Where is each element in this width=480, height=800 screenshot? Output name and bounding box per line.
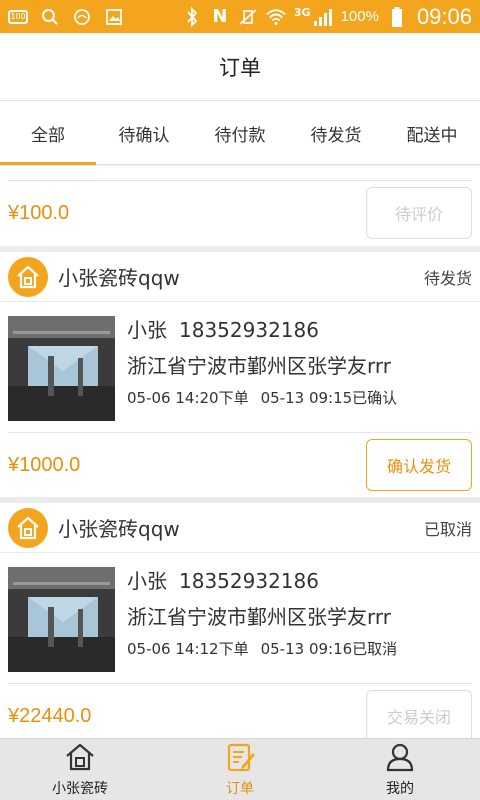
order-card: 小张瓷砖qqw 待发货 小张 18352932186 浙江省宁波市鄞州区张学友r… — [0, 252, 480, 497]
tab-pending-shipment[interactable]: 待发货 — [288, 101, 384, 165]
nav-store[interactable]: 小张瓷砖 — [0, 739, 160, 800]
order-detail[interactable]: 小张 18352932186 浙江省宁波市鄞州区张学友rrr 05-06 14:1… — [0, 553, 480, 683]
order-status: 已取消 — [423, 519, 472, 539]
buyer-line: 小张 18352932186 — [127, 565, 397, 597]
battery-percent: 100% — [340, 8, 379, 25]
store-icon — [8, 507, 48, 548]
tab-delivering[interactable]: 配送中 — [384, 101, 480, 165]
status-bar: 100 N 3G 100% 09:06 — [0, 0, 480, 33]
nfc-icon: N — [212, 5, 228, 27]
order-header: 小张瓷砖qqw 已取消 — [0, 503, 480, 553]
orders-icon — [224, 742, 256, 776]
store-name[interactable]: 小张瓷砖qqw — [58, 262, 180, 291]
product-image — [8, 567, 115, 672]
order-footer: ¥100.0 待评价 — [0, 181, 480, 245]
battery-icon — [387, 6, 407, 27]
app-notification-icon — [72, 7, 92, 27]
update-time: 05-13 09:16已取消 — [260, 640, 398, 658]
tab-label: 配送中 — [406, 125, 458, 146]
signal-icon — [313, 7, 333, 27]
confirm-ship-button[interactable]: 确认发货 — [366, 439, 472, 491]
order-total: ¥100.0 — [8, 201, 70, 224]
tab-label: 待确认 — [118, 125, 170, 146]
order-time: 05-06 14:12下单 — [127, 640, 249, 658]
order-total: ¥22440.0 — [8, 704, 92, 727]
title-bar: 订单 — [0, 33, 480, 101]
order-info: 小张 18352932186 浙江省宁波市鄞州区张学友rrr 05-06 14:2… — [127, 314, 397, 410]
bluetooth-icon — [182, 6, 202, 27]
order-time: 05-06 14:20下单 — [127, 389, 249, 407]
store-icon — [8, 256, 48, 297]
page-title: 订单 — [219, 55, 261, 80]
network-type: 3G — [293, 6, 311, 19]
order-card: ¥100.0 待评价 — [0, 166, 480, 246]
order-status: 待发货 — [423, 268, 472, 288]
battery-notification-icon: 100 — [8, 7, 28, 27]
tab-pending-confirm[interactable]: 待确认 — [96, 101, 192, 165]
nav-label: 我的 — [386, 780, 414, 797]
store-name[interactable]: 小张瓷砖qqw — [58, 513, 180, 542]
review-button[interactable]: 待评价 — [366, 187, 472, 239]
order-times: 05-06 14:20下单 05-13 09:15已确认 — [127, 386, 397, 410]
tab-label: 待付款 — [214, 125, 266, 146]
order-tabs: 全部 待确认 待付款 待发货 配送中 — [0, 101, 480, 165]
nav-label: 订单 — [226, 780, 254, 797]
update-time: 05-13 09:15已确认 — [260, 389, 398, 407]
order-footer: ¥22440.0 交易关闭 — [0, 684, 480, 738]
buyer-name: 小张 — [127, 569, 167, 593]
profile-icon — [384, 742, 416, 776]
buyer-line: 小张 18352932186 — [127, 314, 397, 346]
nav-profile[interactable]: 我的 — [320, 739, 480, 800]
delivery-address: 浙江省宁波市鄞州区张学友rrr — [127, 354, 391, 378]
closed-button[interactable]: 交易关闭 — [366, 690, 472, 738]
order-footer: ¥1000.0 确认发货 — [0, 433, 480, 497]
buyer-name: 小张 — [127, 318, 167, 342]
image-notification-icon — [104, 7, 124, 27]
order-card: 小张瓷砖qqw 已取消 小张 18352932186 浙江省宁波市鄞州区张学友r… — [0, 503, 480, 738]
tab-all[interactable]: 全部 — [0, 101, 96, 165]
search-icon — [40, 7, 60, 27]
clock: 09:06 — [416, 3, 472, 29]
battery-notification-value: 100 — [8, 9, 28, 24]
order-list[interactable]: ¥100.0 待评价 小张瓷砖qqw 待发货 小张 18352932186 浙江… — [0, 166, 480, 738]
buyer-phone: 18352932186 — [179, 569, 319, 593]
nav-label: 小张瓷砖 — [52, 780, 108, 797]
bottom-nav: 小张瓷砖 订单 我的 — [0, 738, 480, 800]
tab-pending-payment[interactable]: 待付款 — [192, 101, 288, 165]
order-header: 小张瓷砖qqw 待发货 — [0, 252, 480, 302]
order-total: ¥1000.0 — [8, 453, 81, 476]
order-info: 小张 18352932186 浙江省宁波市鄞州区张学友rrr 05-06 14:1… — [127, 565, 397, 661]
wifi-icon — [266, 7, 286, 27]
order-times: 05-06 14:12下单 05-13 09:16已取消 — [127, 637, 397, 661]
tab-label: 全部 — [31, 125, 65, 146]
tab-label: 待发货 — [310, 125, 362, 146]
nav-orders[interactable]: 订单 — [160, 739, 320, 800]
delivery-address: 浙江省宁波市鄞州区张学友rrr — [127, 605, 391, 629]
vibrate-icon — [238, 7, 258, 27]
order-detail[interactable]: 小张 18352932186 浙江省宁波市鄞州区张学友rrr 05-06 14:2… — [0, 302, 480, 432]
product-image — [8, 316, 115, 421]
buyer-phone: 18352932186 — [179, 318, 319, 342]
home-icon — [64, 742, 96, 776]
